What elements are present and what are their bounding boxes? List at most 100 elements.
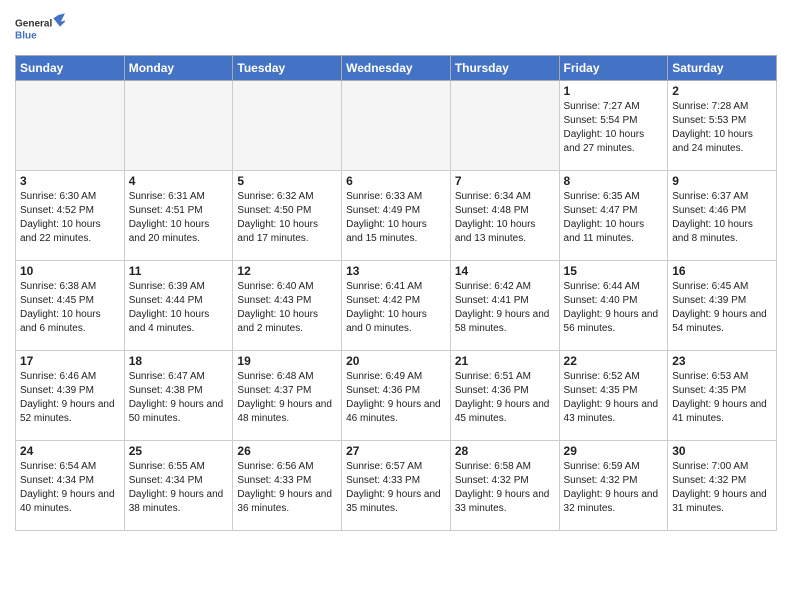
weekday-header-saturday: Saturday <box>668 56 777 81</box>
page-header: General Blue <box>15 10 777 50</box>
day-number: 6 <box>346 174 446 188</box>
calendar-cell: 13Sunrise: 6:41 AM Sunset: 4:42 PM Dayli… <box>342 261 451 351</box>
calendar-cell <box>342 81 451 171</box>
calendar-cell: 25 Sunrise: 6:55 AM Sunset: 4:34 PM Dayli… <box>124 441 233 531</box>
day-number: 11 <box>129 264 229 278</box>
weekday-header-friday: Friday <box>559 56 668 81</box>
calendar-cell: 8 Sunrise: 6:35 AM Sunset: 4:47 PM Daylig… <box>559 171 668 261</box>
day-info: Sunrise: 6:32 AM Sunset: 4:50 PM Dayligh… <box>237 190 337 246</box>
calendar-cell: 18 Sunrise: 6:47 AM Sunset: 4:38 PM Dayli… <box>124 351 233 441</box>
day-info: Sunrise: 6:52 AM Sunset: 4:35 PM Dayligh… <box>564 370 664 426</box>
day-info: Sunrise: 6:57 AM Sunset: 4:33 PM Dayligh… <box>346 460 446 516</box>
day-number: 4 <box>129 174 229 188</box>
day-info: Sunrise: 6:31 AM Sunset: 4:51 PM Dayligh… <box>129 190 229 246</box>
day-number: 20 <box>346 354 446 368</box>
calendar-cell: 10 Sunrise: 6:38 AM Sunset: 4:45 PM Dayli… <box>16 261 125 351</box>
day-info: Sunrise: 7:00 AM Sunset: 4:32 PM Dayligh… <box>672 460 772 516</box>
svg-text:Blue: Blue <box>15 30 37 41</box>
day-info: Sunrise: 6:33 AM Sunset: 4:49 PM Dayligh… <box>346 190 446 246</box>
day-number: 3 <box>20 174 120 188</box>
day-info: Sunrise: 6:44 AM Sunset: 4:40 PM Dayligh… <box>564 280 664 336</box>
day-number: 7 <box>455 174 555 188</box>
day-number: 12 <box>237 264 337 278</box>
day-number: 24 <box>20 444 120 458</box>
day-info: Sunrise: 6:38 AM Sunset: 4:45 PM Dayligh… <box>20 280 120 336</box>
calendar-cell: 28 Sunrise: 6:58 AM Sunset: 4:32 PM Dayli… <box>450 441 559 531</box>
day-number: 8 <box>564 174 664 188</box>
calendar-cell: 9 Sunrise: 6:37 AM Sunset: 4:46 PM Daylig… <box>668 171 777 261</box>
day-number: 1 <box>564 84 664 98</box>
day-info: Sunrise: 7:27 AM Sunset: 5:54 PM Dayligh… <box>564 100 664 156</box>
day-info: Sunrise: 7:28 AM Sunset: 5:53 PM Dayligh… <box>672 100 772 156</box>
day-number: 17 <box>20 354 120 368</box>
weekday-header-monday: Monday <box>124 56 233 81</box>
svg-text:General: General <box>15 19 52 30</box>
calendar-week-4: 17 Sunrise: 6:46 AM Sunset: 4:39 PM Dayli… <box>16 351 777 441</box>
day-info: Sunrise: 6:37 AM Sunset: 4:46 PM Dayligh… <box>672 190 772 246</box>
day-number: 27 <box>346 444 446 458</box>
calendar-cell: 29Sunrise: 6:59 AM Sunset: 4:32 PM Dayli… <box>559 441 668 531</box>
calendar-cell: 12 Sunrise: 6:40 AM Sunset: 4:43 PM Dayli… <box>233 261 342 351</box>
day-number: 2 <box>672 84 772 98</box>
day-info: Sunrise: 6:40 AM Sunset: 4:43 PM Dayligh… <box>237 280 337 336</box>
calendar-cell: 4 Sunrise: 6:31 AM Sunset: 4:51 PM Daylig… <box>124 171 233 261</box>
calendar-table: SundayMondayTuesdayWednesdayThursdayFrid… <box>15 55 777 531</box>
day-info: Sunrise: 6:34 AM Sunset: 4:48 PM Dayligh… <box>455 190 555 246</box>
day-info: Sunrise: 6:39 AM Sunset: 4:44 PM Dayligh… <box>129 280 229 336</box>
weekday-header-tuesday: Tuesday <box>233 56 342 81</box>
day-number: 18 <box>129 354 229 368</box>
calendar-cell: 2 Sunrise: 7:28 AM Sunset: 5:53 PM Daylig… <box>668 81 777 171</box>
calendar-cell: 24 Sunrise: 6:54 AM Sunset: 4:34 PM Dayli… <box>16 441 125 531</box>
day-info: Sunrise: 6:55 AM Sunset: 4:34 PM Dayligh… <box>129 460 229 516</box>
day-info: Sunrise: 6:49 AM Sunset: 4:36 PM Dayligh… <box>346 370 446 426</box>
day-info: Sunrise: 6:54 AM Sunset: 4:34 PM Dayligh… <box>20 460 120 516</box>
calendar-cell: 7 Sunrise: 6:34 AM Sunset: 4:48 PM Daylig… <box>450 171 559 261</box>
day-number: 14 <box>455 264 555 278</box>
day-number: 21 <box>455 354 555 368</box>
calendar-cell <box>16 81 125 171</box>
calendar-cell: 19 Sunrise: 6:48 AM Sunset: 4:37 PM Dayli… <box>233 351 342 441</box>
day-info: Sunrise: 6:48 AM Sunset: 4:37 PM Dayligh… <box>237 370 337 426</box>
calendar-cell: 22Sunrise: 6:52 AM Sunset: 4:35 PM Dayli… <box>559 351 668 441</box>
day-info: Sunrise: 6:46 AM Sunset: 4:39 PM Dayligh… <box>20 370 120 426</box>
calendar-cell: 21Sunrise: 6:51 AM Sunset: 4:36 PM Dayli… <box>450 351 559 441</box>
day-info: Sunrise: 6:45 AM Sunset: 4:39 PM Dayligh… <box>672 280 772 336</box>
day-number: 16 <box>672 264 772 278</box>
calendar-cell: 16 Sunrise: 6:45 AM Sunset: 4:39 PM Dayli… <box>668 261 777 351</box>
calendar-cell: 20 Sunrise: 6:49 AM Sunset: 4:36 PM Dayli… <box>342 351 451 441</box>
calendar-cell: 3 Sunrise: 6:30 AM Sunset: 4:52 PM Daylig… <box>16 171 125 261</box>
day-number: 9 <box>672 174 772 188</box>
calendar-week-1: 1 Sunrise: 7:27 AM Sunset: 5:54 PM Daylig… <box>16 81 777 171</box>
day-info: Sunrise: 6:58 AM Sunset: 4:32 PM Dayligh… <box>455 460 555 516</box>
weekday-header-wednesday: Wednesday <box>342 56 451 81</box>
calendar-cell <box>124 81 233 171</box>
day-info: Sunrise: 6:42 AM Sunset: 4:41 PM Dayligh… <box>455 280 555 336</box>
weekday-header-sunday: Sunday <box>16 56 125 81</box>
calendar-cell: 15 Sunrise: 6:44 AM Sunset: 4:40 PM Dayli… <box>559 261 668 351</box>
calendar-cell <box>450 81 559 171</box>
calendar-week-5: 24 Sunrise: 6:54 AM Sunset: 4:34 PM Dayli… <box>16 441 777 531</box>
calendar-cell: 27 Sunrise: 6:57 AM Sunset: 4:33 PM Dayli… <box>342 441 451 531</box>
calendar-week-3: 10 Sunrise: 6:38 AM Sunset: 4:45 PM Dayli… <box>16 261 777 351</box>
day-info: Sunrise: 6:30 AM Sunset: 4:52 PM Dayligh… <box>20 190 120 246</box>
calendar-cell: 5Sunrise: 6:32 AM Sunset: 4:50 PM Daylig… <box>233 171 342 261</box>
day-number: 25 <box>129 444 229 458</box>
calendar-cell: 30 Sunrise: 7:00 AM Sunset: 4:32 PM Dayli… <box>668 441 777 531</box>
day-number: 28 <box>455 444 555 458</box>
logo: General Blue <box>15 10 65 50</box>
calendar-cell: 26 Sunrise: 6:56 AM Sunset: 4:33 PM Dayli… <box>233 441 342 531</box>
day-info: Sunrise: 6:35 AM Sunset: 4:47 PM Dayligh… <box>564 190 664 246</box>
logo-icon: General Blue <box>15 10 65 50</box>
day-info: Sunrise: 6:56 AM Sunset: 4:33 PM Dayligh… <box>237 460 337 516</box>
day-number: 30 <box>672 444 772 458</box>
day-number: 15 <box>564 264 664 278</box>
day-number: 29 <box>564 444 664 458</box>
calendar-cell: 23Sunrise: 6:53 AM Sunset: 4:35 PM Dayli… <box>668 351 777 441</box>
calendar-cell <box>233 81 342 171</box>
day-info: Sunrise: 6:47 AM Sunset: 4:38 PM Dayligh… <box>129 370 229 426</box>
calendar-cell: 11 Sunrise: 6:39 AM Sunset: 4:44 PM Dayli… <box>124 261 233 351</box>
day-number: 19 <box>237 354 337 368</box>
day-number: 10 <box>20 264 120 278</box>
day-number: 26 <box>237 444 337 458</box>
calendar-week-2: 3 Sunrise: 6:30 AM Sunset: 4:52 PM Daylig… <box>16 171 777 261</box>
